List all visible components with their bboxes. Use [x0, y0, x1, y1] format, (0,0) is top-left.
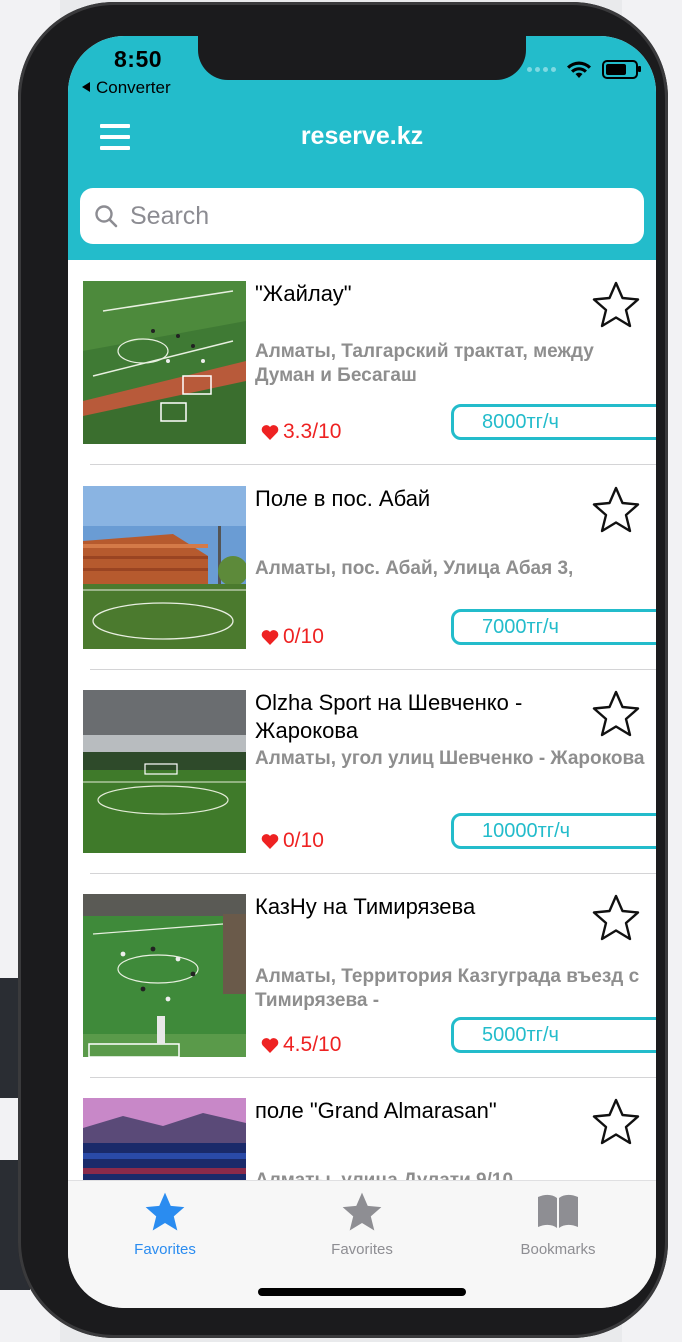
star-outline-icon[interactable] [590, 280, 642, 330]
book-icon [538, 1194, 578, 1228]
list-item[interactable]: Olzha Sport на Шевченко - Жарокова Алмат… [68, 669, 656, 873]
star-icon [145, 1192, 185, 1231]
heart-icon [261, 425, 279, 440]
back-arrow-icon [82, 82, 90, 92]
price-badge[interactable]: 8000тг/ч [451, 404, 656, 440]
venue-name: "Жайлау" [255, 281, 352, 306]
back-app-label: Converter [96, 78, 171, 97]
status-icons [527, 60, 641, 79]
heart-icon [261, 834, 279, 849]
notch [198, 36, 526, 80]
venue-address: Алматы, пос. Абай, Улица Абая 3, [255, 558, 574, 579]
venue-photo [83, 486, 246, 649]
battery-icon [602, 60, 641, 79]
rating-value: 0/10 [283, 829, 324, 852]
venue-list[interactable]: "Жайлау" Алматы, Талгарский трактат, меж… [68, 260, 656, 1180]
tab-label: Bookmarks [520, 1241, 596, 1258]
back-to-app-link[interactable]: Converter [82, 78, 171, 98]
phone-screen: 8:50 Converter reserve.kz Search "Жайлау… [68, 36, 656, 1308]
venue-rating: 0/10 [261, 829, 324, 853]
list-item[interactable]: "Жайлау" Алматы, Талгарский трактат, меж… [68, 260, 656, 464]
rating-value: 0/10 [283, 625, 324, 648]
venue-rating: 4.5/10 [261, 1033, 341, 1057]
venue-rating: 3.3/10 [261, 420, 341, 444]
venue-name: Поле в пос. Абай [255, 486, 431, 511]
list-item[interactable]: поле "Grand Almarasan" Алматы, улица Дул… [68, 1077, 656, 1180]
search-bar[interactable] [80, 188, 644, 244]
star-outline-icon[interactable] [590, 1097, 642, 1147]
tab-favorites[interactable]: Favorites [282, 1187, 442, 1258]
list-item[interactable]: КазНу на Тимирязева Алматы, Территория К… [68, 873, 656, 1077]
star-outline-icon[interactable] [590, 485, 642, 535]
search-icon [95, 205, 118, 228]
tab-bookmarks[interactable]: Bookmarks [478, 1187, 638, 1258]
venue-address: Алматы, Территория Казгуграда въезд с Ти… [255, 966, 640, 1011]
rating-value: 3.3/10 [283, 420, 342, 443]
star-outline-icon[interactable] [590, 893, 642, 943]
venue-address: Алматы, угол улиц Шевченко - Жарокова [255, 748, 645, 769]
search-input[interactable] [128, 200, 612, 232]
heart-icon [261, 630, 279, 645]
star-outline-icon[interactable] [590, 689, 642, 739]
nav-title: reserve.kz [300, 122, 424, 150]
price-badge[interactable]: 5000тг/ч [451, 1017, 656, 1053]
venue-address: Алматы, Талгарский трактат, между Думан … [255, 341, 594, 386]
star-icon [342, 1192, 382, 1231]
home-indicator[interactable] [258, 1288, 466, 1296]
price-badge[interactable]: 7000тг/ч [451, 609, 656, 645]
venue-photo [83, 281, 246, 444]
phone-frame: 8:50 Converter reserve.kz Search "Жайлау… [18, 2, 668, 1338]
tab-label: Favorites [134, 1241, 196, 1258]
venue-photo [83, 1098, 246, 1180]
wifi-icon [567, 61, 591, 78]
venue-address: Алматы, улица Дулати 9/10 [255, 1169, 645, 1180]
rating-value: 4.5/10 [283, 1033, 342, 1056]
venue-name: Olzha Sport на Шевченко - Жарокова [255, 690, 523, 743]
venue-name: поле "Grand Almarasan" [255, 1098, 497, 1123]
cellular-signal-icon [527, 67, 556, 72]
venue-name: КазНу на Тимирязева [255, 894, 476, 919]
venue-photo [83, 690, 246, 853]
price-badge[interactable]: 10000тг/ч [451, 813, 656, 849]
tab-favorites-active[interactable]: Favorites [85, 1187, 245, 1258]
tab-label: Favorites [331, 1241, 393, 1258]
venue-rating: 0/10 [261, 625, 324, 649]
status-time: 8:50 [114, 46, 163, 72]
list-item[interactable]: Поле в пос. Абай Алматы, пос. Абай, Улиц… [68, 465, 656, 669]
venue-photo [83, 894, 246, 1057]
heart-icon [261, 1038, 279, 1053]
